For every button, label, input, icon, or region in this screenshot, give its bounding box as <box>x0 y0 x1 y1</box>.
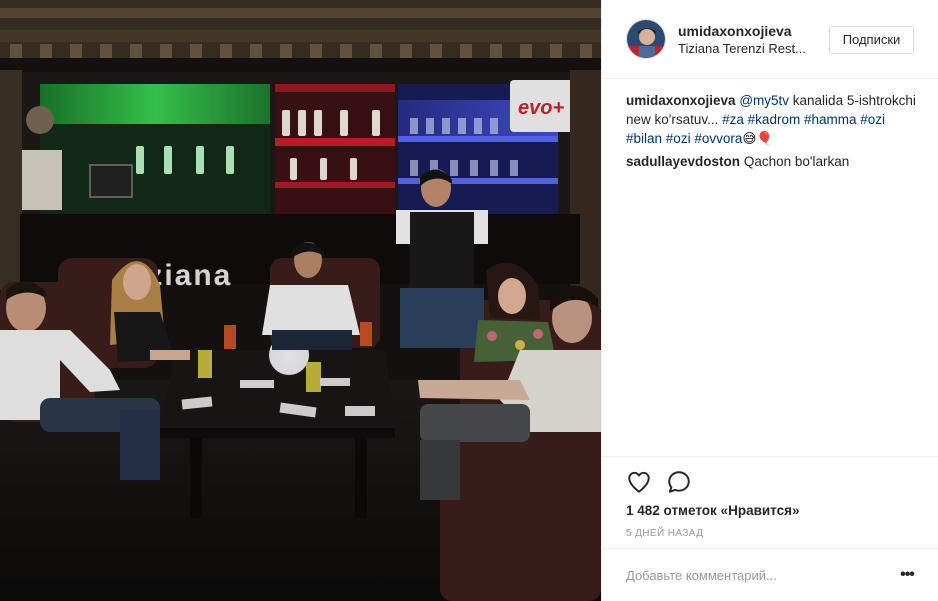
hashtag-link[interactable]: #bilan <box>626 131 662 146</box>
user-avatar[interactable] <box>626 19 666 59</box>
post-timestamp[interactable]: 5 ДНЕЙ НАЗАД <box>626 528 703 539</box>
comment-username[interactable]: sadullayevdoston <box>626 154 740 169</box>
hashtag-link[interactable]: #ozi <box>860 112 885 127</box>
heart-icon[interactable] <box>626 469 652 495</box>
emoji-text: 😅🎈 <box>742 131 774 146</box>
post-side-panel: umidaxonxojieva Tiziana Terenzi Rest... … <box>601 0 938 601</box>
post-header: umidaxonxojieva Tiziana Terenzi Rest... … <box>602 0 938 79</box>
caption-comment: umidaxonxojieva @my5tv kanalida 5-ishtro… <box>626 91 916 148</box>
comments-list: umidaxonxojieva @my5tv kanalida 5-ishtro… <box>626 91 916 175</box>
hashtag-link[interactable]: #hamma <box>804 112 857 127</box>
hashtag-link[interactable]: #kadrom <box>748 112 801 127</box>
comment-bubble-icon[interactable] <box>666 469 692 495</box>
restaurant-group-photo: evo+ tiziana <box>0 0 601 601</box>
instagram-post: evo+ tiziana umidaxonxojieva Tiziana Ter… <box>0 0 938 601</box>
hashtag-link[interactable]: #ovvora <box>694 131 742 146</box>
comment-input[interactable] <box>626 565 876 585</box>
post-photo[interactable]: evo+ tiziana <box>0 0 601 601</box>
likes-count[interactable]: 1 482 отметок «Нравится» <box>626 503 800 518</box>
reply-comment: sadullayevdoston Qachon bo'larkan <box>626 152 916 171</box>
header-username[interactable]: umidaxonxojieva <box>678 23 792 39</box>
mention-link[interactable]: @my5tv <box>739 93 789 108</box>
hashtag-link[interactable]: #ozi <box>666 131 691 146</box>
header-location[interactable]: Tiziana Terenzi Rest... <box>678 41 818 56</box>
following-button[interactable]: Подписки <box>829 26 914 54</box>
comment-username[interactable]: umidaxonxojieva <box>626 93 736 108</box>
avatar-image <box>627 20 665 58</box>
hashtag-link[interactable]: #za <box>722 112 744 127</box>
comment-text: Qachon bo'larkan <box>743 154 850 169</box>
add-comment-bar: ••• <box>602 548 938 601</box>
more-options-icon[interactable]: ••• <box>896 565 918 585</box>
